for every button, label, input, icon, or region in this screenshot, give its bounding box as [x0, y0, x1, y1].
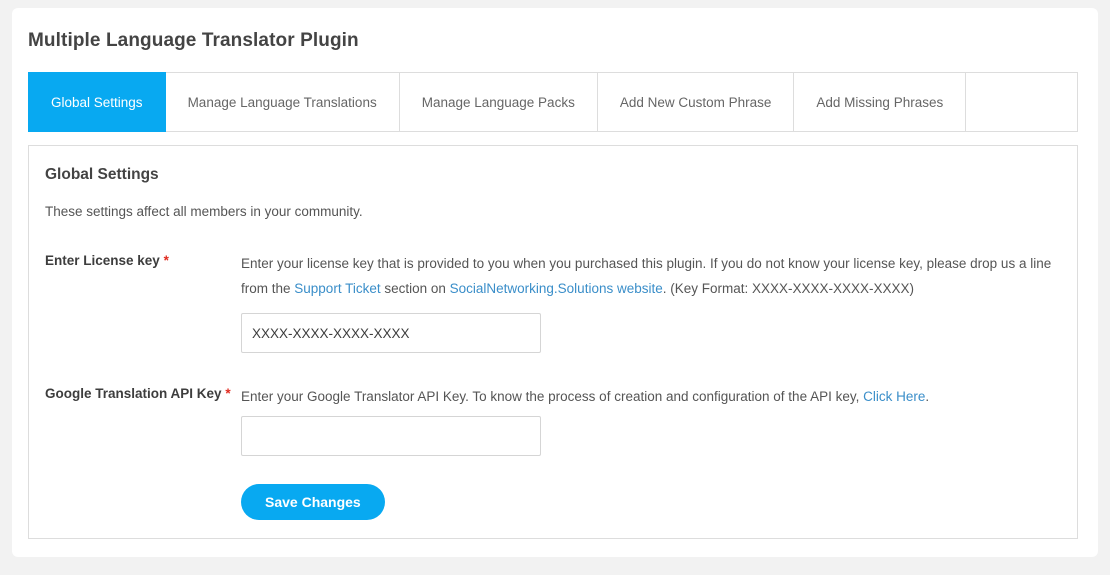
- tab-manage-language-packs[interactable]: Manage Language Packs: [399, 72, 598, 132]
- required-marker: *: [163, 253, 169, 268]
- license-key-content: Enter your license key that is provided …: [241, 251, 1061, 353]
- required-marker: *: [225, 386, 231, 401]
- panel-title: Global Settings: [45, 166, 159, 183]
- license-desc-part2: section on: [380, 281, 450, 296]
- save-changes-button[interactable]: Save Changes: [241, 484, 385, 520]
- page-title: Multiple Language Translator Plugin: [28, 30, 359, 51]
- click-here-link[interactable]: Click Here: [863, 389, 925, 404]
- license-key-label-text: Enter License key: [45, 253, 160, 268]
- page-card: Multiple Language Translator Plugin Glob…: [12, 8, 1098, 557]
- actions-content: Save Changes: [241, 484, 1061, 520]
- tab-label: Add New Custom Phrase: [619, 94, 772, 110]
- google-api-key-content: Enter your Google Translator API Key. To…: [241, 384, 1061, 456]
- google-api-key-description: Enter your Google Translator API Key. To…: [241, 384, 1061, 409]
- tab-label: Manage Language Translations: [187, 94, 377, 110]
- tab-bar: Global Settings Manage Language Translat…: [28, 72, 1078, 133]
- support-ticket-link[interactable]: Support Ticket: [294, 281, 380, 296]
- google-api-key-label-text: Google Translation API Key: [45, 386, 222, 401]
- tab-label: Global Settings: [51, 94, 143, 110]
- socialnetworking-solutions-link[interactable]: SocialNetworking.Solutions website: [450, 281, 663, 296]
- tab-manage-language-translations[interactable]: Manage Language Translations: [165, 72, 400, 132]
- tab-add-new-custom-phrase[interactable]: Add New Custom Phrase: [597, 72, 795, 132]
- google-api-key-input[interactable]: [241, 416, 541, 456]
- tab-label: Add Missing Phrases: [816, 94, 944, 110]
- settings-panel: Global Settings These settings affect al…: [28, 145, 1078, 539]
- google-api-key-label: Google Translation API Key *: [45, 384, 235, 403]
- tab-global-settings[interactable]: Global Settings: [28, 72, 166, 132]
- tab-add-missing-phrases[interactable]: Add Missing Phrases: [794, 72, 967, 132]
- apikey-desc-part1: Enter your Google Translator API Key. To…: [241, 389, 864, 404]
- license-key-description: Enter your license key that is provided …: [241, 251, 1061, 301]
- apikey-desc-part2: .: [925, 389, 930, 404]
- license-key-input[interactable]: [241, 313, 541, 353]
- license-desc-part3: . (Key Format: XXXX-XXXX-XXXX-XXXX): [662, 281, 915, 296]
- tab-bar-filler: [966, 72, 1078, 132]
- panel-subtitle: These settings affect all members in you…: [45, 204, 363, 219]
- license-key-label: Enter License key *: [45, 251, 235, 270]
- tab-label: Manage Language Packs: [421, 94, 575, 110]
